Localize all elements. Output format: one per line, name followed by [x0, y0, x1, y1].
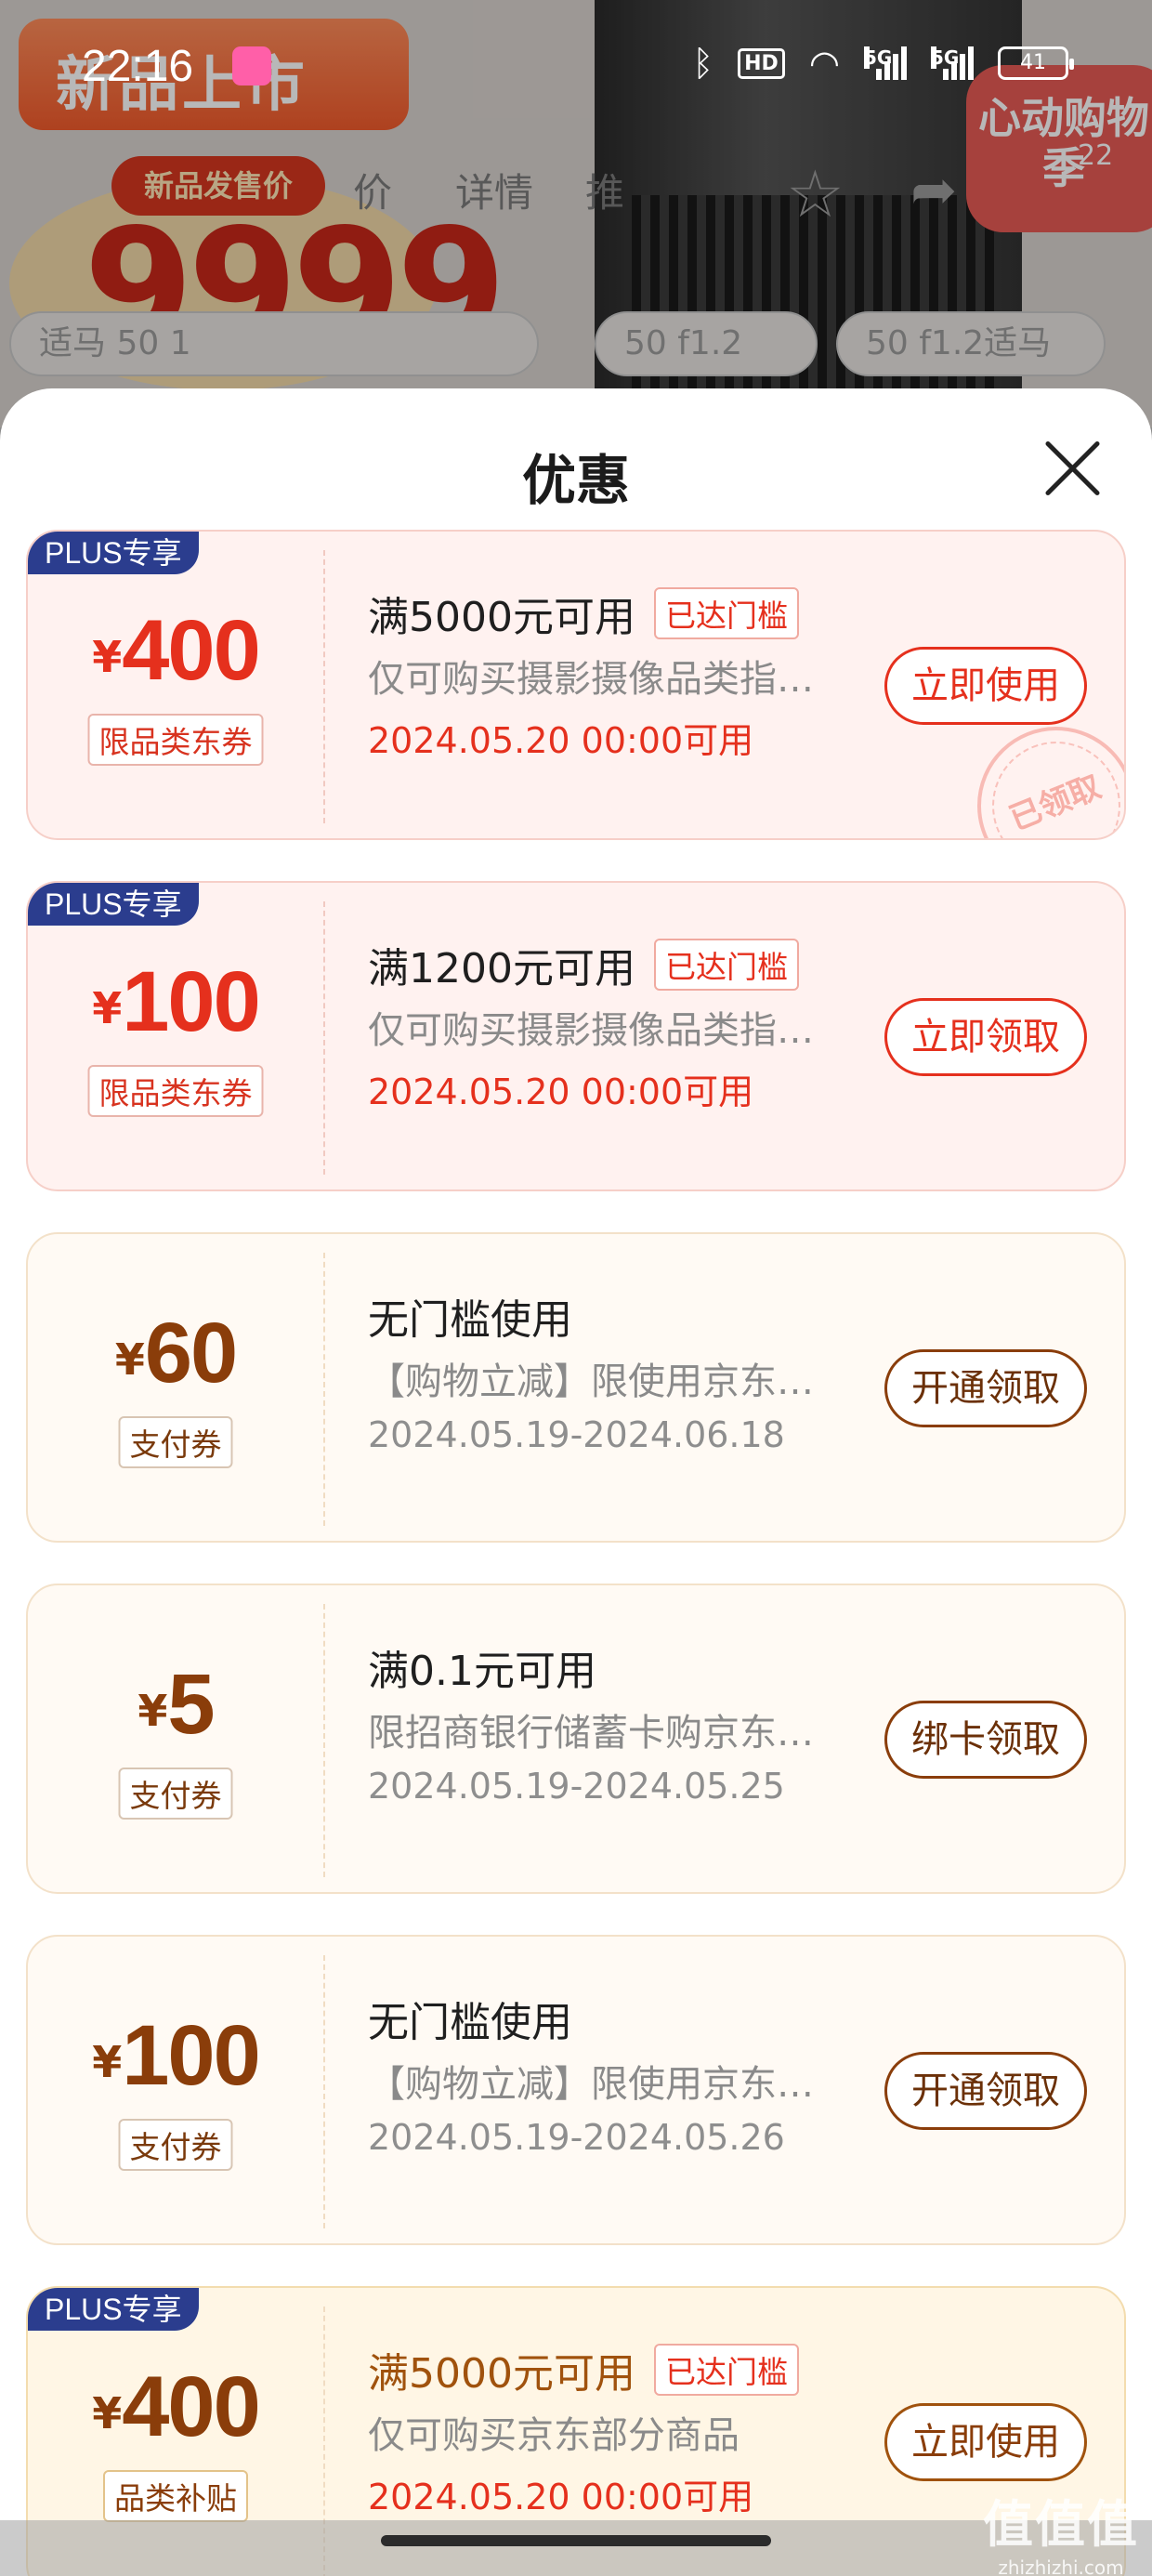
- claim-now-button[interactable]: 立即领取: [884, 998, 1087, 1076]
- coupon-card[interactable]: ¥5 支付券 满0.1元可用 限招商银行储蓄卡购京东商品 2024.05.19-…: [26, 1584, 1126, 1894]
- activate-claim-button[interactable]: 开通领取: [884, 1349, 1087, 1427]
- coupon-value: 100: [122, 954, 260, 1049]
- coupon-currency: ¥: [92, 2388, 123, 2438]
- sheet-title: 优惠: [521, 449, 630, 512]
- threshold-reached-badge: 已达门槛: [653, 939, 799, 991]
- coupon-value: 400: [122, 603, 260, 698]
- status-bar: 22:16 ᛒ HD ◠ 5G 5G 41: [0, 0, 1152, 130]
- coupon-condition: 满0.1元可用: [368, 1648, 596, 1695]
- coupon-type-tag: 限品类东券: [87, 1065, 264, 1117]
- watermark-text: 值值值: [983, 2495, 1139, 2554]
- coupon-amount: ¥100: [28, 2007, 323, 2105]
- network-type-2: 5G: [931, 46, 960, 69]
- coupon-card[interactable]: PLUS专享 ¥400 限品类东券 满5000元可用 已达门槛 仅可购买摄影摄像…: [26, 530, 1126, 840]
- coupon-divider: [323, 901, 325, 1175]
- plus-exclusive-tag: PLUS专享: [28, 2288, 199, 2331]
- use-now-button[interactable]: 立即使用: [884, 2403, 1087, 2481]
- coupon-amount: ¥100: [28, 953, 323, 1051]
- coupon-description: 仅可购买摄影摄像品类指定商品: [368, 1009, 832, 1052]
- coupon-amount: ¥400: [28, 602, 323, 700]
- coupon-amount: ¥400: [28, 2359, 323, 2456]
- coupon-currency: ¥: [137, 1686, 168, 1736]
- coupon-description: 【购物立减】限使用京东支付: [368, 1360, 832, 1403]
- watermark-logo: 值值值 zhizhizhi.com: [983, 2483, 1139, 2576]
- coupon-description: 限招商银行储蓄卡购京东商品: [368, 1712, 832, 1755]
- watermark-url: zhizhizhi.com: [998, 2556, 1124, 2576]
- coupon-value: 100: [122, 2008, 260, 2103]
- coupon-info: 无门槛使用 【购物立减】限使用京东支付 2024.05.19-2024.06.1…: [368, 1286, 888, 1455]
- activate-claim-button[interactable]: 开通领取: [884, 2052, 1087, 2130]
- coupon-value: 400: [122, 2359, 260, 2454]
- coupon-description: 仅可购买京东部分商品: [368, 2414, 740, 2457]
- coupon-currency: ¥: [92, 632, 123, 682]
- coupon-type-tag: 支付券: [118, 1768, 233, 1820]
- coupon-currency: ¥: [92, 2037, 123, 2087]
- coupon-info: 满1200元可用 已达门槛 仅可购买摄影摄像品类指定商品 2024.05.20 …: [368, 935, 888, 1114]
- coupon-date: 2024.05.19-2024.06.18: [368, 1414, 785, 1455]
- coupon-divider: [323, 550, 325, 823]
- coupon-condition: 满5000元可用: [368, 2350, 635, 2398]
- plus-exclusive-tag: PLUS专享: [28, 532, 199, 574]
- coupon-date: 2024.05.20 00:00可用: [368, 2477, 754, 2517]
- signal-icon-1: 5G: [864, 46, 907, 80]
- coupon-currency: ¥: [114, 1334, 145, 1385]
- coupon-currency: ¥: [92, 983, 123, 1033]
- coupon-divider: [323, 1955, 325, 2228]
- coupon-condition: 无门槛使用: [368, 1296, 572, 1344]
- coupon-date: 2024.05.20 00:00可用: [368, 1071, 754, 1112]
- coupon-divider: [323, 1604, 325, 1877]
- threshold-reached-badge: 已达门槛: [653, 2344, 799, 2396]
- use-now-button[interactable]: 立即使用: [884, 647, 1087, 725]
- coupon-date: 2024.05.19-2024.05.25: [368, 1766, 785, 1807]
- coupon-info: 满5000元可用 已达门槛 仅可购买摄影摄像品类指定商品 2024.05.20 …: [368, 584, 888, 763]
- threshold-reached-badge: 已达门槛: [653, 587, 799, 639]
- battery-icon: 41: [998, 46, 1074, 80]
- coupon-divider: [323, 1253, 325, 1526]
- coupon-info: 无门槛使用 【购物立减】限使用京东支付 2024.05.19-2024.05.2…: [368, 1989, 888, 2158]
- navigation-bar: [0, 2520, 1152, 2576]
- coupon-value: 60: [144, 1306, 238, 1400]
- coupon-type-tag: 限品类东券: [87, 714, 264, 766]
- coupon-type-tag: 品类补贴: [103, 2470, 248, 2522]
- coupon-condition: 无门槛使用: [368, 1999, 572, 2046]
- status-time: 22:16: [82, 42, 194, 91]
- coupon-card[interactable]: ¥100 支付券 无门槛使用 【购物立减】限使用京东支付 2024.05.19-…: [26, 1935, 1126, 2245]
- status-icons: ᛒ HD ◠ 5G 5G 41: [692, 43, 1074, 84]
- coupon-type-tag: 支付券: [118, 1416, 233, 1468]
- home-indicator[interactable]: [381, 2535, 771, 2546]
- coupon-value: 5: [167, 1657, 215, 1752]
- coupon-condition: 满1200元可用: [368, 945, 635, 992]
- wifi-icon: ◠: [808, 43, 840, 84]
- signal-icon-2: 5G: [931, 46, 974, 80]
- coupon-date: 2024.05.19-2024.05.26: [368, 2117, 785, 2158]
- coupon-condition: 满5000元可用: [368, 594, 635, 641]
- coupon-description: 【购物立减】限使用京东支付: [368, 2063, 832, 2106]
- plus-exclusive-tag: PLUS专享: [28, 883, 199, 926]
- coupon-date: 2024.05.20 00:00可用: [368, 720, 754, 761]
- coupon-info: 满0.1元可用 限招商银行储蓄卡购京东商品 2024.05.19-2024.05…: [368, 1637, 888, 1807]
- coupon-amount: ¥5: [28, 1656, 323, 1754]
- coupon-type-tag: 支付券: [118, 2119, 233, 2171]
- bluetooth-icon: ᛒ: [692, 43, 714, 84]
- coupon-card[interactable]: ¥60 支付券 无门槛使用 【购物立减】限使用京东支付 2024.05.19-2…: [26, 1232, 1126, 1543]
- close-icon[interactable]: [1039, 435, 1104, 500]
- coupon-card[interactable]: PLUS专享 ¥100 限品类东券 满1200元可用 已达门槛 仅可购买摄影摄像…: [26, 881, 1126, 1191]
- app-notification-icon: [232, 46, 271, 85]
- network-type-1: 5G: [864, 46, 893, 69]
- coupon-sheet: 优惠 PLUS专享 ¥400 限品类东券 满5000元可用 已达门槛 仅可购买摄…: [0, 388, 1152, 2576]
- coupon-info: 满5000元可用 已达门槛 仅可购买京东部分商品 2024.05.20 00:0…: [368, 2340, 888, 2519]
- coupon-amount: ¥60: [28, 1305, 323, 1402]
- coupon-description: 仅可购买摄影摄像品类指定商品: [368, 658, 832, 701]
- bind-card-claim-button[interactable]: 绑卡领取: [884, 1701, 1087, 1779]
- hd-voice-icon: HD: [738, 47, 785, 79]
